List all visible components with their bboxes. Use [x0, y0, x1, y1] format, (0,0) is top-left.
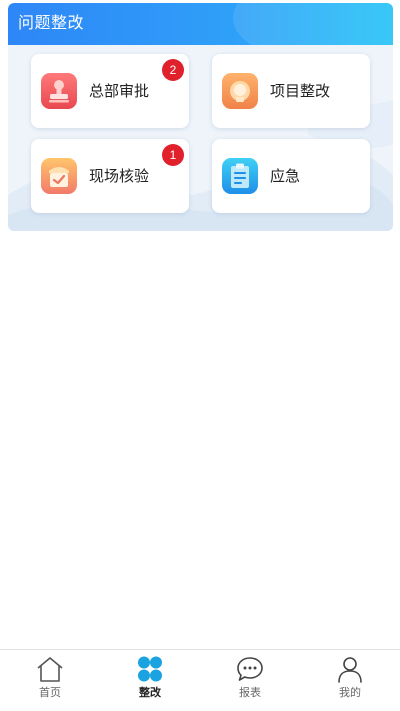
chat-icon	[237, 657, 263, 681]
tab-label: 整改	[139, 686, 161, 699]
card-label: 现场核验	[89, 167, 150, 185]
checklist-icon	[41, 158, 77, 194]
card-hq-approval[interactable]: 总部审批 2	[31, 54, 189, 128]
tab-home[interactable]: 首页	[0, 650, 100, 711]
tab-label: 报表	[239, 686, 261, 699]
card-label: 应急	[270, 167, 301, 185]
app-screen: 问题整改 总部审批 2 项目整改 现场核验 1 应急 首页 整改 报表 我的	[0, 0, 400, 711]
stamp-icon	[41, 73, 77, 109]
user-icon	[338, 657, 362, 683]
notification-badge: 1	[162, 144, 184, 166]
grid-icon	[138, 656, 162, 682]
tab-label: 首页	[39, 686, 61, 699]
card-label: 总部审批	[89, 82, 150, 100]
card-label: 项目整改	[270, 82, 331, 100]
card-project-rectification[interactable]: 项目整改	[212, 54, 370, 128]
card-emergency[interactable]: 应急	[212, 139, 370, 213]
header-decoration	[233, 3, 393, 45]
card-site-verification[interactable]: 现场核验 1	[31, 139, 189, 213]
rectification-panel: 问题整改 总部审批 2 项目整改 现场核验 1 应急	[8, 3, 393, 231]
notification-badge: 2	[162, 59, 184, 81]
lightbulb-icon	[222, 73, 258, 109]
home-icon	[37, 657, 63, 682]
tab-rectification[interactable]: 整改	[100, 650, 200, 711]
tab-label: 我的	[339, 686, 361, 699]
bottom-tab-bar: 首页 整改 报表 我的	[0, 649, 400, 711]
tab-mine[interactable]: 我的	[300, 650, 400, 711]
panel-header: 问题整改	[8, 3, 393, 45]
clipboard-icon	[222, 158, 258, 194]
tab-reports[interactable]: 报表	[200, 650, 300, 711]
section-title: 问题整改	[18, 13, 85, 32]
